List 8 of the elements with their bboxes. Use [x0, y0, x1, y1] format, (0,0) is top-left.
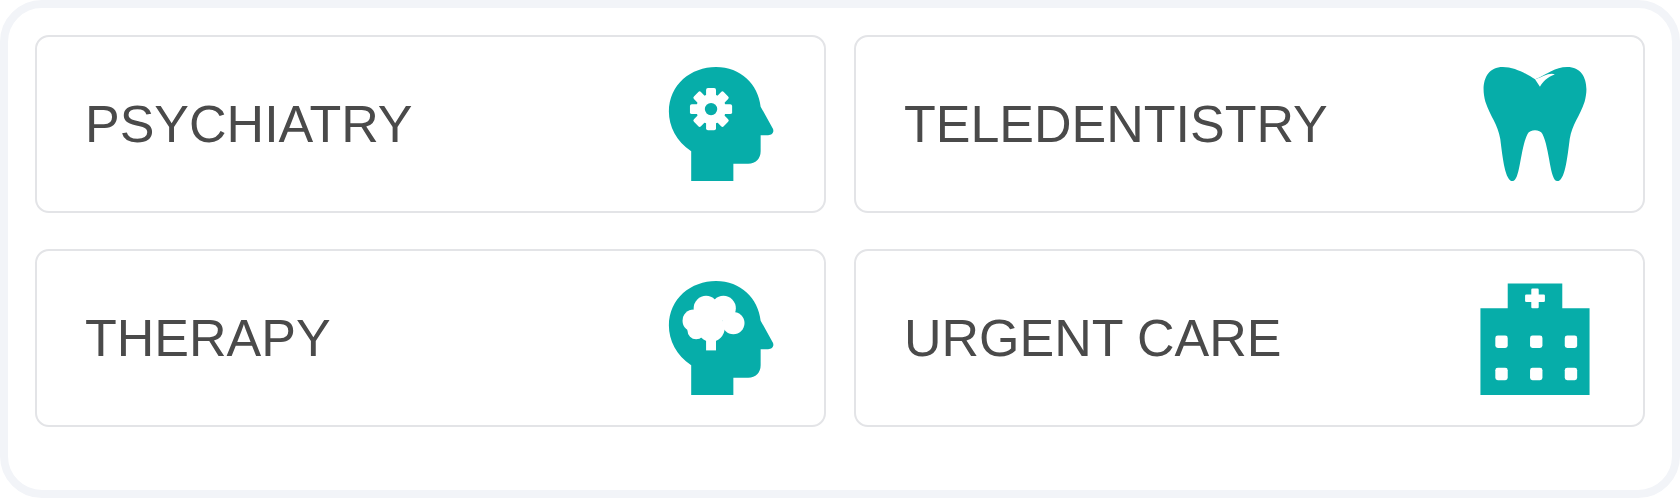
service-card[interactable]: TELEDENTISTRY [854, 35, 1645, 213]
service-label: PSYCHIATRY [85, 94, 413, 154]
service-card[interactable]: URGENT CARE [854, 249, 1645, 427]
service-label: URGENT CARE [904, 308, 1282, 368]
service-label: THERAPY [85, 308, 331, 368]
service-label: TELEDENTISTRY [904, 94, 1328, 154]
service-card[interactable]: THERAPY [35, 249, 826, 427]
service-card[interactable]: PSYCHIATRY [35, 35, 826, 213]
